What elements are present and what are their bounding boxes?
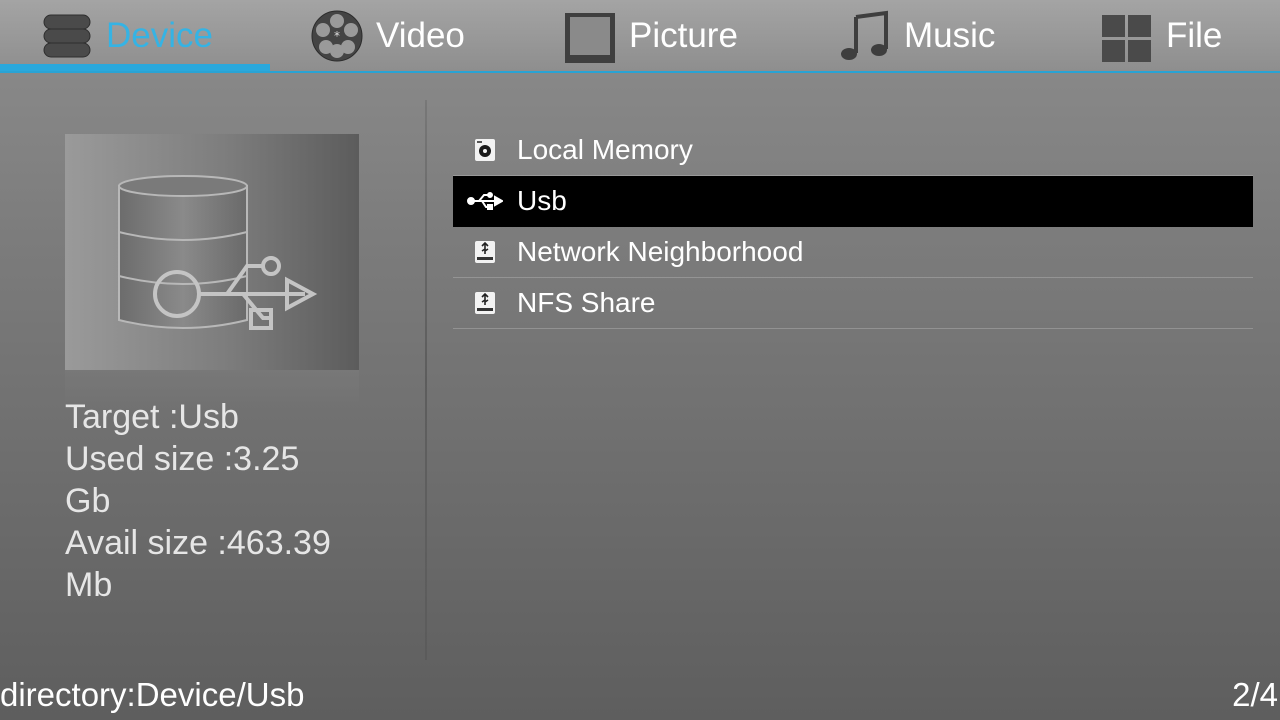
tab-label: Music	[904, 15, 996, 55]
usb-icon	[453, 176, 517, 226]
network-drive-icon	[453, 227, 517, 277]
device-preview-image	[65, 134, 359, 370]
used-size-unit: Gb	[65, 482, 111, 520]
page-indicator: 2/4	[1232, 676, 1278, 713]
tab-file[interactable]: File	[1100, 0, 1222, 71]
database-icon	[40, 9, 94, 63]
grid-icon	[1100, 9, 1154, 63]
hard-disk-icon	[453, 125, 517, 175]
device-info: Target :Usb Used size :3.25 Gb Avail siz…	[65, 396, 395, 606]
database-usb-icon	[118, 175, 318, 330]
panel-divider	[425, 100, 427, 660]
list-item-label: Network Neighborhood	[517, 236, 804, 267]
svg-text:*: *	[334, 29, 340, 43]
top-tab-bar: Device * Video Picture Music File	[0, 0, 1280, 73]
music-note-icon	[838, 9, 892, 63]
tab-picture[interactable]: Picture	[563, 0, 738, 71]
target-label: Target :Usb	[65, 398, 239, 436]
tab-device[interactable]: Device	[40, 0, 213, 71]
current-directory: directory:Device/Usb	[0, 676, 305, 713]
list-item-nfs-share[interactable]: NFS Share	[453, 278, 1253, 329]
tab-music[interactable]: Music	[838, 0, 995, 71]
tab-label: Video	[376, 15, 465, 55]
avail-size-unit: Mb	[65, 566, 113, 604]
avail-size-label: Avail size :463.39	[65, 524, 331, 562]
list-item-network-neighborhood[interactable]: Network Neighborhood	[453, 227, 1253, 278]
active-tab-indicator	[0, 64, 270, 71]
picture-frame-icon	[563, 9, 617, 63]
used-size-label: Used size :3.25	[65, 440, 300, 478]
list-item-label: NFS Share	[517, 287, 656, 318]
tab-label: Picture	[629, 15, 738, 55]
device-list: Local Memory Usb Network Neighborhood NF…	[453, 125, 1253, 329]
tab-video[interactable]: * Video	[310, 0, 465, 71]
film-reel-icon: *	[310, 9, 364, 63]
tab-label: Device	[106, 15, 213, 55]
network-drive-icon	[453, 278, 517, 328]
list-item-label: Local Memory	[517, 134, 693, 165]
tab-label: File	[1166, 15, 1223, 55]
list-item-usb[interactable]: Usb	[453, 176, 1253, 227]
list-item-local-memory[interactable]: Local Memory	[453, 125, 1253, 176]
list-item-label: Usb	[517, 185, 567, 216]
